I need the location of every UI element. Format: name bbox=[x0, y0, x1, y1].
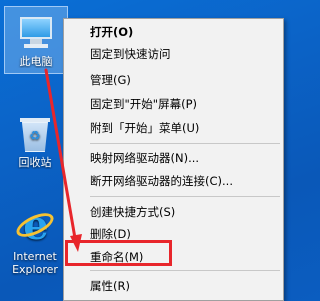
desktop-icon-internet-explorer[interactable]: e Internet Explorer bbox=[4, 200, 66, 290]
menu-item-create-shortcut[interactable]: 创建快捷方式(S) bbox=[64, 201, 283, 223]
desktop-icon-this-pc[interactable]: 此电脑 bbox=[4, 6, 68, 74]
internet-explorer-icon: e bbox=[13, 206, 57, 246]
menu-item-map-network-drive[interactable]: 映射网络驱动器(N)... bbox=[64, 147, 283, 169]
desktop-icon-label: 回收站 bbox=[18, 156, 52, 169]
menu-item-pin-quick-access[interactable]: 固定到快速访问 bbox=[64, 43, 283, 65]
menu-item-properties[interactable]: 属性(R) bbox=[64, 275, 283, 297]
highlight-box-properties bbox=[65, 240, 172, 266]
menu-separator bbox=[90, 270, 280, 271]
desktop: 此电脑 ♻ 回收站 e Internet Explorer 打开(O) 固定到快… bbox=[0, 0, 284, 301]
menu-separator bbox=[90, 143, 280, 144]
desktop-icon-label: Internet Explorer bbox=[12, 250, 58, 276]
this-pc-icon bbox=[18, 15, 54, 51]
desktop-icon-label: 此电脑 bbox=[19, 55, 53, 68]
menu-item-disconnect-network-drive[interactable]: 断开网络驱动器的连接(C)... bbox=[64, 170, 283, 192]
menu-item-pin-start-menu[interactable]: 附到「开始」菜单(U) bbox=[64, 117, 283, 139]
desktop-icon-recycle-bin[interactable]: ♻ 回收站 bbox=[4, 110, 66, 174]
menu-item-manage[interactable]: 管理(G) bbox=[64, 69, 283, 91]
menu-item-pin-start-screen[interactable]: 固定到"开始"屏幕(P) bbox=[64, 93, 283, 115]
menu-item-open[interactable]: 打开(O) bbox=[64, 21, 283, 43]
recycle-bin-icon: ♻ bbox=[20, 116, 50, 152]
menu-separator bbox=[90, 196, 280, 197]
